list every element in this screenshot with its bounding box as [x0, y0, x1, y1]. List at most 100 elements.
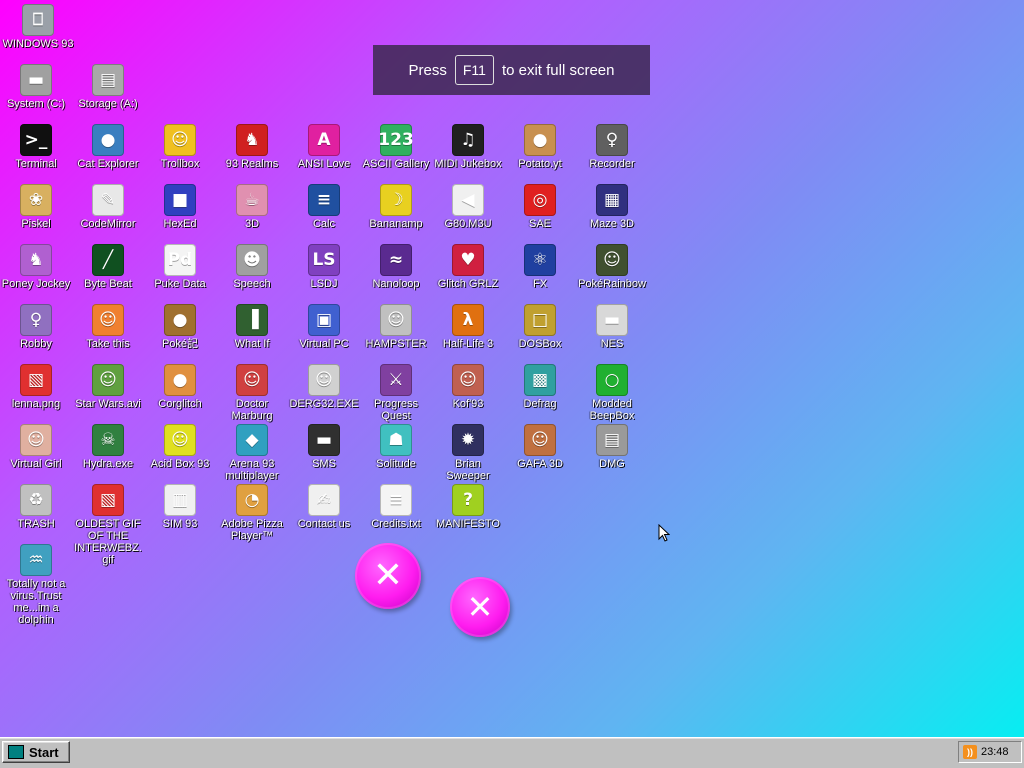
desktop-icon-label: Speech [233, 278, 271, 290]
desktop-icon[interactable]: ● Potato.yt [504, 124, 576, 170]
desktop-icon-label: Arena 93 multiplayer [225, 458, 279, 482]
desktop-icon-label: Puke Data [154, 278, 206, 290]
desktop-icon-label: DMG [599, 458, 625, 470]
stick-figure-icon: ♀ [20, 304, 52, 336]
desktop-icon[interactable]: ☺ Kof'93 [432, 364, 504, 410]
desktop-icon[interactable]: ▬ SMS [288, 424, 360, 470]
desktop-icon[interactable]: ▥ SIM 93 [144, 484, 216, 530]
pokemon-icon: ● [164, 304, 196, 336]
desktop-icon[interactable]: ♞ Poney Jockey [0, 244, 72, 290]
desktop-icon-label: FX [532, 278, 548, 290]
desktop-icon[interactable]: ⚛ FX [504, 244, 576, 290]
desktop-icon[interactable]: ≡ Credits.txt [360, 484, 432, 530]
desktop-icon-label: Hydra.exe [82, 458, 134, 470]
desktop-icon[interactable]: ☠ Hydra.exe [72, 424, 144, 470]
desktop-icon[interactable]: ▧ lenna.png [0, 364, 72, 410]
close-button[interactable]: ✕ [355, 543, 421, 609]
desktop-icon-label: SMS [312, 458, 336, 470]
desktop-icon[interactable]: ✹ Brian Sweeper [432, 424, 504, 482]
desktop-icon[interactable]: Pd Puke Data [144, 244, 216, 290]
image-file-icon: ▧ [20, 364, 52, 396]
desktop-icon-label: Progress Quest [373, 398, 419, 422]
desktop-icon[interactable]: >_ Terminal [0, 124, 72, 170]
desktop-icon[interactable]: ○ Modded BeepBox [576, 364, 648, 422]
desktop-icon[interactable]: ≡ Calc [288, 184, 360, 230]
desktop-icon[interactable]: ⎕ WINDOWS 93 [2, 4, 74, 50]
desktop-icon[interactable]: ╱ Byte Beat [72, 244, 144, 290]
desktop-icon-label: Brian Sweeper [446, 458, 490, 482]
desktop-icon[interactable]: ♥ Glitch GRLZ [432, 244, 504, 290]
desktop-icon[interactable]: ● Corglitch [144, 364, 216, 410]
desktop-icon-label: lenna.png [11, 398, 61, 410]
desktop-icon[interactable]: ▬ NES [576, 304, 648, 350]
desktop-icon[interactable]: ✎ CodeMirror [72, 184, 144, 230]
desktop-icon[interactable]: ♫ MIDI Jukebox [432, 124, 504, 170]
desktop-icon-label: Trollbox [160, 158, 200, 170]
start-button[interactable]: Start [2, 741, 70, 763]
desktop-icon-label: Credits.txt [371, 518, 421, 530]
desktop-icon[interactable]: ☺ Take this [72, 304, 144, 350]
desktop-icon[interactable]: ◔ Adobe Pizza Player™ [216, 484, 288, 542]
desktop-icon[interactable]: ▦ Maze 3D [576, 184, 648, 230]
desktop-icon[interactable]: ♀ Recorder [576, 124, 648, 170]
desktop-icon[interactable]: 123 ASCII Gallery [360, 124, 432, 170]
desktop-icon[interactable]: ✍ Contact us [288, 484, 360, 530]
desktop-icon[interactable]: ☻ Speech [216, 244, 288, 290]
desktop-icon[interactable]: ☺ Doctor Marburg [216, 364, 288, 422]
close-button[interactable]: ✕ [450, 577, 510, 637]
desktop-icon[interactable]: ♞ 93 Realms [216, 124, 288, 170]
rss-feed-icon[interactable]: )) [963, 745, 977, 759]
pony-icon: ♞ [20, 244, 52, 276]
start-label: Start [29, 744, 59, 760]
desktop-icon[interactable]: ☺ HAMPSTER [360, 304, 432, 350]
desktop-icon[interactable]: ❀ Piskel [0, 184, 72, 230]
desktop-icon[interactable]: ♀ Robby [0, 304, 72, 350]
desktop-icon-label: HexEd [163, 218, 197, 230]
desktop-icon[interactable]: ≈ Nanoloop [360, 244, 432, 290]
desktop-icon[interactable]: ◎ SAE [504, 184, 576, 230]
desktop-icon[interactable]: ☕ 3D [216, 184, 288, 230]
letter-a-icon: A [308, 124, 340, 156]
desktop-icon[interactable]: λ Half-Life 3 [432, 304, 504, 350]
desktop-icon[interactable]: ▐ What If [216, 304, 288, 350]
desktop-icon-label: Terminal [15, 158, 57, 170]
desktop-icon[interactable]: ♻ TRASH [0, 484, 72, 530]
desktop-icon[interactable]: ▧ OLDEST GIF OF THE INTERWEBZ.gif [72, 484, 144, 566]
desktop-icon[interactable]: ◀ G80.M3U [432, 184, 504, 230]
desktop-icon[interactable]: ■ HexEd [144, 184, 216, 230]
desktop-icon[interactable]: ▤ Storage (A:) [72, 64, 144, 110]
desktop-icon[interactable]: ☺ GAFA 3D [504, 424, 576, 470]
desktop-icon[interactable]: ◆ Arena 93 multiplayer [216, 424, 288, 482]
desktop-icon-label: DOSBox [518, 338, 562, 350]
desktop-icon[interactable]: ☺ Star Wars.avi [72, 364, 144, 410]
desktop-icon-label: What If [234, 338, 270, 350]
desktop-icon-label: Byte Beat [84, 278, 132, 290]
desktop-icon[interactable]: ☺ Acid Box 93 [144, 424, 216, 470]
desktop-icon[interactable]: ☺ Trollbox [144, 124, 216, 170]
hard-drive-icon: ▬ [20, 64, 52, 96]
desktop-icon[interactable]: ☺ PokéRainbow [576, 244, 648, 290]
desktop-icon[interactable]: ▤ DMG [576, 424, 648, 470]
desktop-icon[interactable]: ⚔ Progress Quest [360, 364, 432, 422]
desktop-icon[interactable]: ♒ Totally not a virus.Trust me...im a dol… [0, 544, 72, 626]
desktop-icon[interactable]: ▬ System (C:) [0, 64, 72, 110]
gif-file-icon: ▧ [92, 484, 124, 516]
desktop-icon[interactable]: ● Poké記 [144, 304, 216, 350]
desktop-icon[interactable]: □ DOSBox [504, 304, 576, 350]
barcode-icon: ▐ [236, 304, 268, 336]
desktop-icon-label: Corglitch [158, 398, 202, 410]
desktop-icon[interactable]: ▣ Virtual PC [288, 304, 360, 350]
desktop-icon[interactable]: ☗ Solitude [360, 424, 432, 470]
desktop-icon[interactable]: ☺ DERG32.EXE [288, 364, 360, 410]
desktop-icon[interactable]: ● Cat Explorer [72, 124, 144, 170]
desktop-icon[interactable]: ▩ Defrag [504, 364, 576, 410]
desktop-icon[interactable]: LS LSDJ [288, 244, 360, 290]
code-mirror-icon: ✎ [92, 184, 124, 216]
desktop-icon[interactable]: ☺ Virtual Girl [0, 424, 72, 470]
desktop-icon[interactable]: ☽ Bananamp [360, 184, 432, 230]
book-icon: ▥ [164, 484, 196, 516]
desktop-icon-label: System (C:) [6, 98, 66, 110]
desktop-icon[interactable]: ? MANIFESTO [432, 484, 504, 530]
banana-icon: ☽ [380, 184, 412, 216]
desktop-icon[interactable]: A ANSI Love [288, 124, 360, 170]
